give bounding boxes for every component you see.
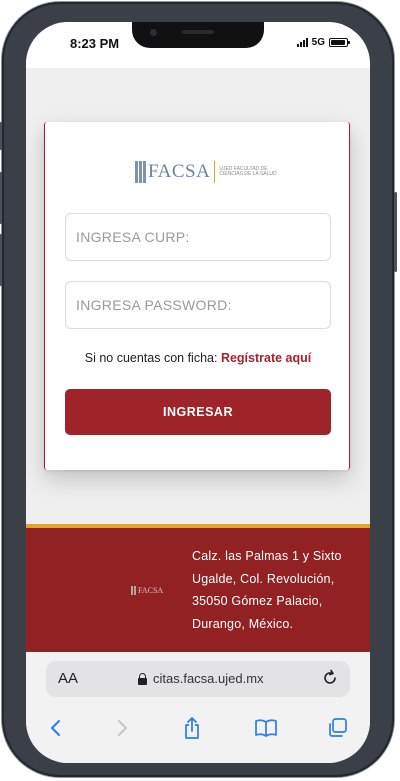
signup-prompt: Si no cuentas con ficha: Regístrate aquí <box>45 351 351 365</box>
address-line: 35050 Gómez Palacio, <box>192 594 323 608</box>
logo-subtitle: UJED FACULTAD DE CIENCIAS DE LA SALUD <box>219 165 277 177</box>
logo-text: FACSA <box>148 161 211 182</box>
facsa-logo: FACSA UJED FACULTAD DE CIENCIAS DE LA SA… <box>135 161 279 183</box>
browser-chrome: AA citas.facsa.ujed.mx <box>26 652 370 763</box>
address-line: Ugalde, Col. Revolución, <box>192 571 335 586</box>
bookmarks-icon <box>255 719 277 737</box>
mute-switch <box>0 122 2 150</box>
reload-icon[interactable] <box>320 668 340 688</box>
speaker-icon <box>182 30 214 34</box>
tabs-button[interactable] <box>318 708 358 748</box>
lock-icon <box>138 673 147 685</box>
network-type: 5G <box>311 37 325 48</box>
tabs-icon <box>329 718 347 737</box>
volume-up-button <box>0 172 2 224</box>
forward-button[interactable] <box>102 708 142 748</box>
address-bar[interactable]: AA citas.facsa.ujed.mx <box>46 661 350 697</box>
footer-logo: FACSA <box>131 586 163 595</box>
clock: 8:23 PM <box>70 36 120 51</box>
footer-address: Calz. las Palmas 1 y Sixto Ugalde, Col. … <box>192 545 362 635</box>
password-input[interactable] <box>65 281 331 329</box>
address-line: Calz. las Palmas 1 y Sixto <box>192 549 342 563</box>
volume-down-button <box>0 234 2 286</box>
address-line: Durango, México. <box>192 616 294 631</box>
browser-toolbar <box>26 708 370 752</box>
footer: FACSA Calz. las Palmas 1 y Sixto Ugalde,… <box>26 528 370 652</box>
url-text: citas.facsa.ujed.mx <box>153 671 264 686</box>
signup-prompt-text: Si no cuentas con ficha: <box>84 351 221 365</box>
battery-icon <box>329 38 350 47</box>
status-bar: 8:23 PM 5G <box>26 22 370 68</box>
curp-input[interactable] <box>65 213 331 261</box>
submit-button[interactable]: INGRESAR <box>65 389 331 435</box>
logo-mark-icon <box>135 161 146 183</box>
screen: 8:23 PM 5G FACSA UJED FACULTAD DE CIENCI… <box>26 22 370 763</box>
footer-logo-text: FACSA <box>138 586 164 595</box>
text-size-button[interactable]: AA <box>58 670 78 687</box>
forward-icon <box>118 720 127 736</box>
notch <box>132 22 264 48</box>
signup-link[interactable]: Regístrate aquí <box>221 351 311 365</box>
share-button[interactable] <box>172 708 212 748</box>
url-display[interactable]: citas.facsa.ujed.mx <box>138 671 264 686</box>
back-icon <box>51 720 60 736</box>
share-icon <box>185 717 199 739</box>
camera-icon <box>150 29 157 36</box>
back-button[interactable] <box>36 708 76 748</box>
status-indicators: 5G <box>296 37 350 48</box>
power-button <box>394 192 397 272</box>
bookmarks-button[interactable] <box>246 708 286 748</box>
signal-icon <box>296 38 308 47</box>
login-card: FACSA UJED FACULTAD DE CIENCIAS DE LA SA… <box>44 122 350 470</box>
phone-frame: 8:23 PM 5G FACSA UJED FACULTAD DE CIENCI… <box>0 2 397 777</box>
logo-divider <box>214 161 216 183</box>
